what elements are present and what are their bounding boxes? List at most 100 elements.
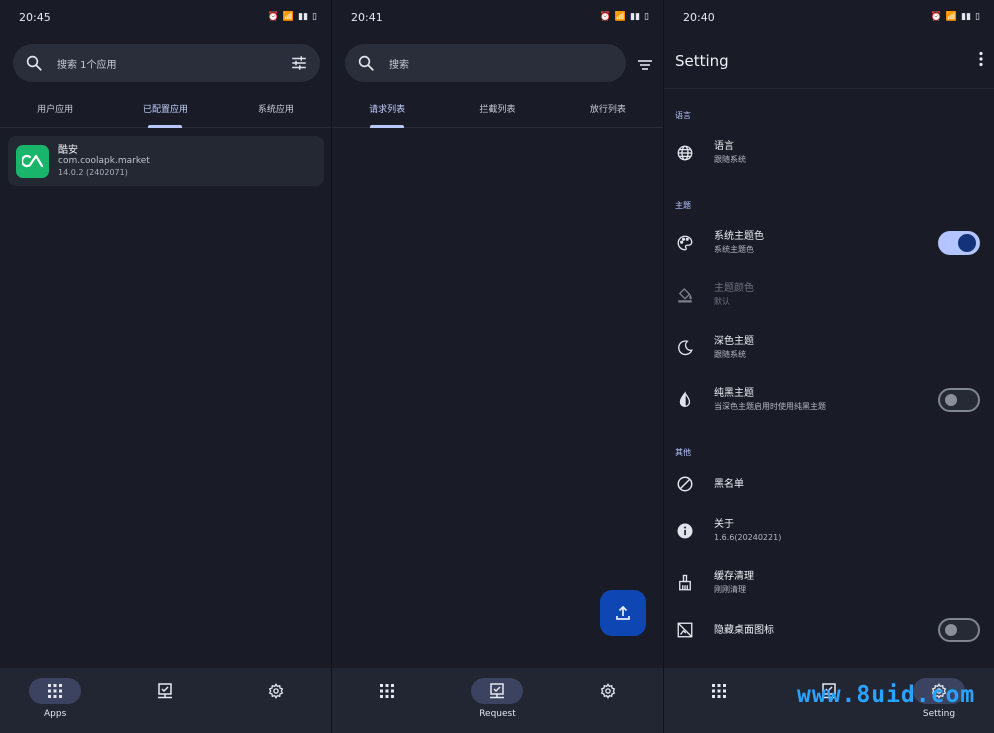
- battery-icon: ▯: [312, 12, 317, 22]
- setting-title: 缓存清理: [714, 571, 754, 582]
- tab-configured-apps[interactable]: 已配置应用: [110, 96, 220, 127]
- setting-subtitle: 跟随系统: [714, 155, 746, 164]
- apps-grid-icon: [361, 678, 413, 704]
- setting-blacklist[interactable]: 黑名单: [664, 462, 994, 506]
- setting-about[interactable]: 关于 1.6.6(20240221): [664, 509, 994, 553]
- system-color-toggle[interactable]: [938, 231, 980, 255]
- hide-icon-toggle[interactable]: [938, 618, 980, 642]
- tab-block-list[interactable]: 拦截列表: [442, 96, 552, 127]
- setting-system-color[interactable]: 系统主题色 系统主题色: [664, 221, 994, 265]
- section-other: 其他: [675, 448, 691, 457]
- wifi-icon: 📶: [945, 12, 958, 22]
- app-search-bar[interactable]: 搜索 1个应用: [13, 44, 320, 82]
- alarm-icon: ⏰: [267, 12, 279, 22]
- pure-black-toggle[interactable]: [938, 388, 980, 412]
- toggle-knob: [945, 624, 957, 636]
- nav-request-label: Request: [479, 709, 516, 719]
- contrast-drop-icon: [676, 391, 694, 409]
- status-bar: 20:40 ⏰ 📶 ▮▮ ▯: [664, 0, 994, 34]
- upload-icon: [616, 605, 630, 620]
- request-monitor-icon: [471, 678, 524, 704]
- info-icon: [676, 522, 694, 540]
- block-icon: [676, 475, 694, 493]
- setting-language[interactable]: 语言 跟随系统: [664, 131, 994, 175]
- search-icon: [357, 54, 375, 72]
- alarm-icon: ⏰: [930, 12, 942, 22]
- bottom-nav: Request: [332, 668, 663, 733]
- filter-icon[interactable]: [290, 54, 308, 72]
- status-bar: 20:45 ⏰ 📶 ▮▮ ▯: [0, 0, 331, 34]
- gear-icon: [250, 678, 302, 704]
- gear-icon: [582, 678, 634, 704]
- setting-subtitle: 系统主题色: [714, 245, 754, 254]
- app-version: 14.0.2 (2402071): [58, 167, 128, 177]
- status-time: 20:41: [351, 10, 383, 24]
- coolapk-app-icon: [16, 144, 49, 178]
- moon-icon: [676, 339, 694, 357]
- tab-user-apps[interactable]: 用户应用: [0, 96, 110, 127]
- request-search-bar[interactable]: 搜索: [345, 44, 626, 82]
- app-list-item[interactable]: 酷安 com.coolapk.market 14.0.2 (2402071): [8, 136, 324, 186]
- nav-setting[interactable]: [553, 668, 663, 733]
- setting-subtitle: 1.6.6(20240221): [714, 533, 782, 542]
- setting-title: 关于: [714, 519, 734, 530]
- nav-apps-label: Apps: [44, 709, 67, 719]
- page-title: Setting: [675, 52, 729, 70]
- apps-grid-icon: [29, 678, 82, 704]
- request-tabs: 请求列表 拦截列表 放行列表: [332, 96, 663, 128]
- setting-theme-color: 主题颜色 默认: [664, 273, 994, 317]
- nav-apps[interactable]: [332, 668, 442, 733]
- setting-subtitle: 跟随系统: [714, 350, 746, 359]
- nav-setting[interactable]: [221, 668, 331, 733]
- setting-title: 深色主题: [714, 336, 754, 347]
- nav-setting-label: Setting: [922, 709, 956, 719]
- export-fab[interactable]: [600, 590, 646, 636]
- hide-image-icon: [676, 621, 694, 639]
- bottom-nav: Apps: [0, 668, 331, 733]
- signal-icon: ▮▮: [961, 12, 972, 22]
- status-icons: ⏰ 📶 ▮▮ ▯: [600, 12, 649, 22]
- battery-icon: ▯: [975, 12, 980, 22]
- setting-screen: 20:40 ⏰ 📶 ▮▮ ▯ Setting 语言 语言 跟随系统 主题 系统主…: [663, 0, 994, 733]
- status-time: 20:45: [19, 10, 51, 24]
- apps-grid-icon: [693, 678, 745, 704]
- section-language: 语言: [675, 111, 691, 120]
- alarm-icon: ⏰: [599, 12, 611, 22]
- top-app-bar: Setting: [664, 34, 994, 89]
- setting-title: 主题颜色: [714, 283, 754, 294]
- setting-subtitle: 刚刚清理: [714, 585, 746, 594]
- tab-system-apps[interactable]: 系统应用: [221, 96, 331, 127]
- setting-cache[interactable]: 缓存清理 刚刚清理: [664, 561, 994, 605]
- wifi-icon: 📶: [282, 12, 295, 22]
- more-vert-icon[interactable]: [978, 51, 984, 71]
- nav-apps[interactable]: [664, 668, 774, 733]
- setting-title: 系统主题色: [714, 231, 764, 242]
- search-input[interactable]: 搜索: [389, 56, 614, 71]
- broom-icon: [676, 574, 694, 592]
- sort-icon[interactable]: [637, 56, 653, 75]
- tab-request-list[interactable]: 请求列表: [332, 96, 442, 127]
- search-input[interactable]: 搜索 1个应用: [57, 56, 290, 71]
- setting-hide-icon[interactable]: 隐藏桌面图标: [664, 608, 994, 652]
- battery-icon: ▯: [644, 12, 649, 22]
- tab-allow-list[interactable]: 放行列表: [553, 96, 663, 127]
- setting-dark-theme[interactable]: 深色主题 跟随系统: [664, 326, 994, 370]
- apps-screen: 20:45 ⏰ 📶 ▮▮ ▯ 搜索 1个应用 用户应用 已配置应用 系统应用 酷…: [0, 0, 331, 733]
- app-name: 酷安: [58, 144, 78, 156]
- paint-bucket-icon: [676, 286, 694, 304]
- nav-request[interactable]: Request: [442, 668, 552, 733]
- search-icon: [25, 54, 43, 72]
- setting-pure-black[interactable]: 纯黑主题 当深色主题启用时使用纯黑主题: [664, 378, 994, 422]
- nav-request[interactable]: [110, 668, 220, 733]
- setting-title: 隐藏桌面图标: [714, 624, 774, 636]
- setting-title: 纯黑主题: [714, 388, 754, 399]
- wifi-icon: 📶: [614, 12, 627, 22]
- request-screen: 20:41 ⏰ 📶 ▮▮ ▯ 搜索 请求列表 拦截列表 放行列表 Request: [331, 0, 663, 733]
- app-tabs: 用户应用 已配置应用 系统应用: [0, 96, 331, 128]
- nav-apps[interactable]: Apps: [0, 668, 110, 733]
- palette-icon: [676, 234, 694, 252]
- status-icons: ⏰ 📶 ▮▮ ▯: [268, 12, 317, 22]
- section-theme: 主题: [675, 201, 691, 210]
- status-bar: 20:41 ⏰ 📶 ▮▮ ▯: [332, 0, 663, 34]
- setting-title: 黑名单: [714, 478, 744, 490]
